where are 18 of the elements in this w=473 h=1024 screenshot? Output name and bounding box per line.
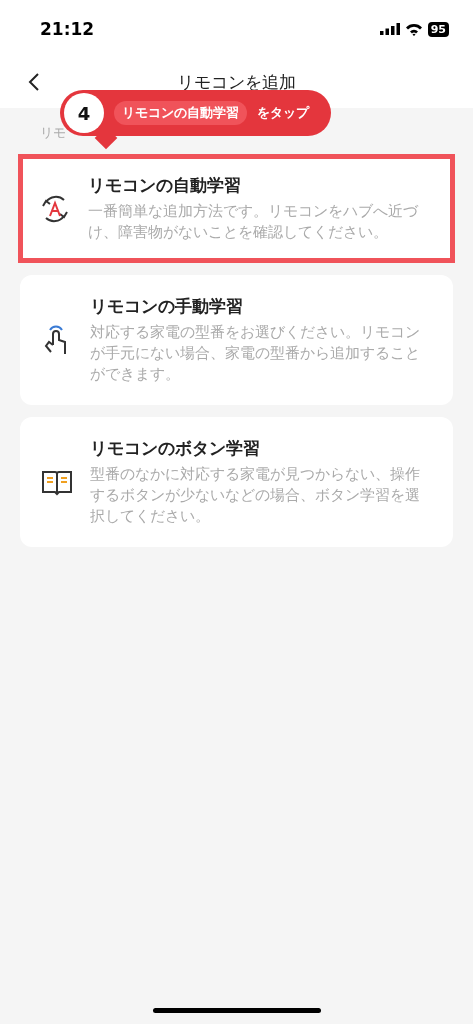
method-description: 型番のなかに対応する家電が見つからない、操作するボタンが少ないなどの場合、ボタン学習を選択してください。 (90, 465, 421, 526)
method-card[interactable]: リモコンのボタン学習 型番のなかに対応する家電が見つからない、操作するボタンが少ないなどの場合、ボタン学習を選択してください。 (20, 417, 453, 547)
section-caption: リモ (40, 125, 66, 140)
battery-level: 95 (427, 21, 449, 37)
method-card[interactable]: リモコンの自動学習 一番簡単な追加方法です。リモコンをハブへ近づけ、障害物がないことを確認してください。 (18, 154, 455, 263)
step-number: 4 (64, 93, 104, 133)
method-description: 一番簡単な追加方法です。リモコンをハブへ近づけ、障害物がないことを確認してください。 (88, 202, 420, 242)
signal-icon (379, 23, 400, 35)
method-card[interactable]: リモコンの手動学習 対応する家電の型番をお選びください。リモコンが手元にない場合、家電の型番から追加することができます。 (20, 275, 453, 405)
status-time: 21:12 (40, 19, 95, 39)
method-title: リモコンのボタン学習 (90, 437, 261, 460)
method-title: リモコンの自動学習 (88, 174, 242, 197)
method-title: リモコンの手動学習 (90, 295, 244, 318)
target-chip: リモコンの自動学習 (114, 101, 247, 125)
back-icon[interactable] (28, 72, 40, 92)
callout-action: をタップ (257, 104, 309, 122)
wifi-icon (404, 22, 423, 36)
method-description: 対応する家電の型番をお選びください。リモコンが手元にない場合、家電の型番から追加することができます。 (90, 323, 421, 384)
